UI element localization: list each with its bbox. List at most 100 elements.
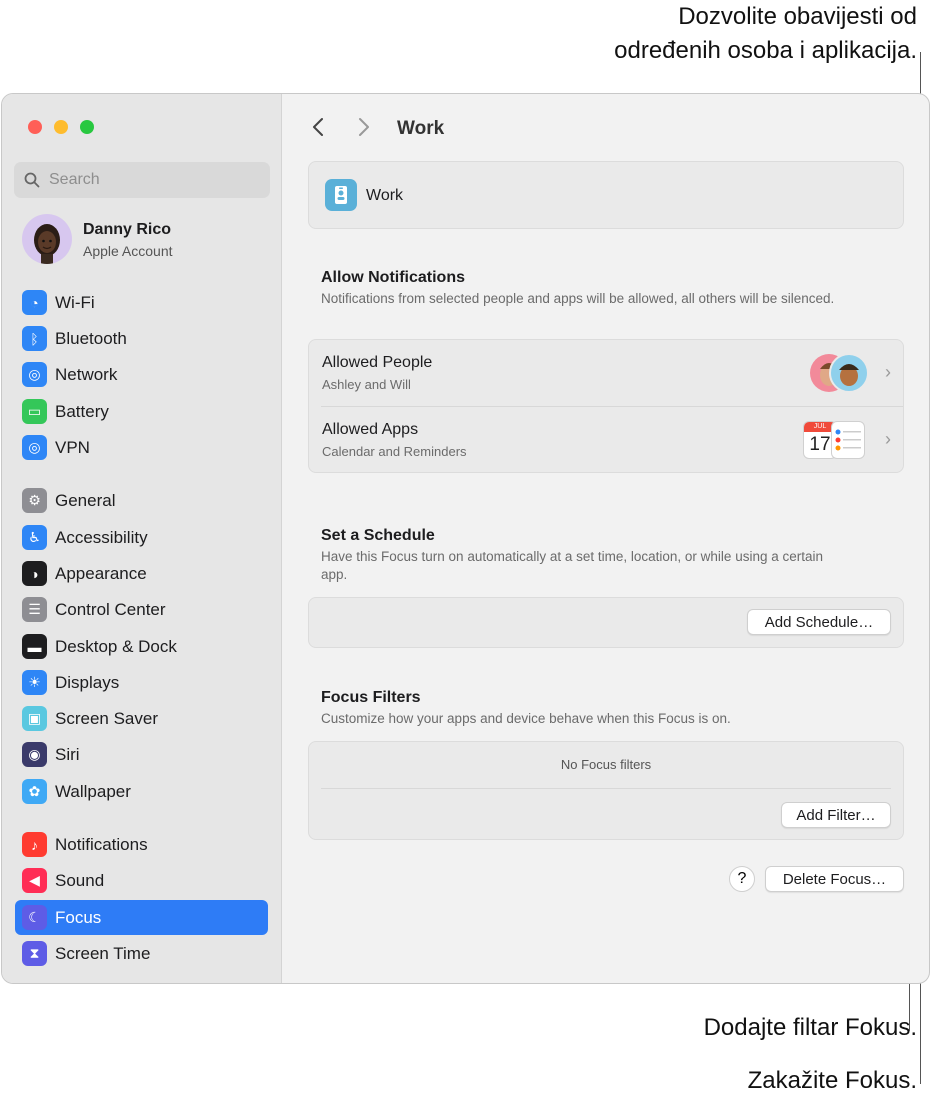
sidebar-item-sound[interactable]: ◀ Sound (15, 863, 268, 898)
sidebar-item-label: Displays (55, 673, 120, 692)
sidebar-item-appearance[interactable]: ◑ Appearance (15, 556, 268, 591)
avatar (22, 214, 72, 264)
vpn-globe-icon: ◎ (22, 435, 47, 460)
allow-notifications-description: Notifications from selected people and a… (321, 291, 835, 306)
sun-icon: ☀ (22, 670, 47, 695)
sidebar-item-battery[interactable]: ▭ Battery (15, 394, 268, 429)
help-button[interactable]: ? (729, 866, 755, 892)
sidebar-item-network[interactable]: ◎ Network (15, 357, 268, 392)
sidebar-item-label: VPN (55, 438, 90, 457)
wifi-icon: ◔ (22, 290, 47, 315)
sidebar-item-label: Desktop & Dock (55, 637, 177, 656)
settings-window: Search Danny Rico Apple Account ◔ Wi-Fi ᛒ B… (1, 93, 930, 984)
no-filters-text: No Focus filters (560, 757, 652, 772)
sidebar-item-wi-fi[interactable]: ◔ Wi-Fi (15, 285, 268, 320)
focus-filters-description: Customize how your apps and device behav… (321, 711, 731, 726)
battery-icon: ▭ (22, 399, 47, 424)
speaker-icon: ◀ (22, 868, 47, 893)
hourglass-icon: ⧗ (22, 941, 47, 966)
focus-name-box[interactable]: Work (308, 161, 904, 229)
sidebar-item-label: Control Center (55, 600, 166, 619)
work-badge-icon (325, 179, 357, 211)
chevron-right-icon: › (885, 362, 891, 382)
account-name: Danny Rico (83, 221, 172, 238)
allowed-people-row[interactable]: Allowed People Ashley and Will › (309, 340, 903, 406)
bluetooth-icon: ᛒ (22, 326, 47, 351)
sidebar-item-label: Battery (55, 402, 109, 421)
main-content: Work Work Allow Notifications Notificati… (283, 94, 929, 983)
zoom-window-button[interactable] (80, 120, 94, 134)
allowed-apps-row[interactable]: Allowed Apps Calendar and Reminders JUL … (309, 407, 903, 473)
flower-icon: ✿ (22, 779, 47, 804)
sidebar-item-label: Wi-Fi (55, 293, 95, 312)
allowed-people-subtitle: Ashley and Will (322, 377, 411, 392)
chevron-right-icon: › (885, 429, 891, 449)
add-filter-button[interactable]: Add Filter… (781, 802, 891, 828)
sidebar-item-control-center[interactable]: ☰ Control Center (15, 592, 268, 627)
gear-icon: ⚙ (22, 488, 47, 513)
sidebar-item-focus[interactable]: ☾ Focus (15, 900, 268, 935)
callout-allow-line1: Dozvolite obavijesti od (678, 3, 917, 30)
schedule-description: Have this Focus turn on automatically at… (321, 549, 823, 582)
minimize-window-button[interactable] (54, 120, 68, 134)
sidebar-item-label: Focus (55, 908, 102, 927)
moon-icon: ☾ (22, 905, 47, 930)
schedule-box: Add Schedule… (308, 597, 904, 648)
sidebar-item-displays[interactable]: ☀ Displays (15, 665, 268, 700)
globe-icon: ◎ (22, 362, 47, 387)
schedule-title: Set a Schedule (321, 527, 435, 544)
account-item[interactable]: Danny Rico Apple Account (22, 214, 262, 264)
delete-focus-button[interactable]: Delete Focus… (765, 866, 904, 892)
back-button[interactable] (311, 116, 325, 144)
allowed-list: Allowed People Ashley and Will › Allowed… (308, 339, 904, 473)
siri-icon: ◉ (22, 742, 47, 767)
allowed-apps-title: Allowed Apps (322, 421, 419, 438)
sidebar-item-vpn[interactable]: ◎ VPN (15, 430, 268, 465)
search-field[interactable]: Search (14, 162, 270, 198)
sidebar-item-label: Siri (55, 745, 80, 764)
focus-filters-box: No Focus filters Add Filter… (308, 741, 904, 840)
people-avatars-icon (810, 353, 869, 393)
chevron-right-icon (359, 118, 369, 136)
sidebar-item-label: General (55, 491, 116, 510)
sidebar-item-label: Sound (55, 871, 105, 890)
focus-name: Work (366, 187, 404, 204)
callout-filter: Dodajte filtar Fokus. (703, 1014, 917, 1041)
sidebar-item-bluetooth[interactable]: ᛒ Bluetooth (15, 321, 268, 356)
search-placeholder: Search (49, 171, 100, 188)
reminders-app-icon (831, 421, 865, 459)
chevron-left-icon (313, 118, 323, 136)
sidebar-item-notifications[interactable]: ♪ Notifications (15, 827, 268, 862)
sidebar-item-accessibility[interactable]: ♿ Accessibility (15, 520, 268, 555)
callout-allow-line2: određenih osoba i aplikacija. (614, 37, 917, 64)
allow-notifications-title: Allow Notifications (321, 269, 465, 286)
dock-icon: ▬ (22, 634, 47, 659)
sidebar-item-label: Wallpaper (55, 782, 131, 801)
allowed-people-title: Allowed People (322, 354, 433, 371)
forward-button[interactable] (357, 116, 371, 144)
sidebar-item-desktop-dock[interactable]: ▬ Desktop & Dock (15, 629, 268, 664)
sidebar-item-screen-saver[interactable]: ▣ Screen Saver (15, 701, 268, 736)
accessibility-icon: ♿ (22, 525, 47, 550)
sidebar-item-siri[interactable]: ◉ Siri (15, 737, 268, 772)
page-title: Work (397, 118, 445, 139)
sidebar-item-wallpaper[interactable]: ✿ Wallpaper (15, 774, 268, 809)
allowed-apps-subtitle: Calendar and Reminders (322, 444, 467, 459)
sidebar-item-label: Network (55, 365, 118, 384)
callout-schedule: Zakažite Fokus. (747, 1067, 917, 1094)
screen-saver-icon: ▣ (22, 706, 47, 731)
sidebar-item-label: Notifications (55, 835, 148, 854)
filters-divider (321, 788, 891, 789)
sidebar-item-general[interactable]: ⚙ General (15, 483, 268, 518)
control-center-icon: ☰ (22, 597, 47, 622)
close-window-button[interactable] (28, 120, 42, 134)
add-schedule-button[interactable]: Add Schedule… (747, 609, 891, 635)
search-icon (24, 172, 40, 188)
focus-filters-title: Focus Filters (321, 689, 421, 706)
sidebar-item-screen-time[interactable]: ⧗ Screen Time (15, 936, 268, 971)
sidebar-item-label: Bluetooth (55, 329, 127, 348)
sidebar-item-label: Accessibility (55, 528, 148, 547)
sidebar-item-label: Appearance (55, 564, 147, 583)
sidebar: Search Danny Rico Apple Account ◔ Wi-Fi ᛒ B… (2, 94, 282, 983)
sidebar-item-label: Screen Time (55, 944, 151, 963)
